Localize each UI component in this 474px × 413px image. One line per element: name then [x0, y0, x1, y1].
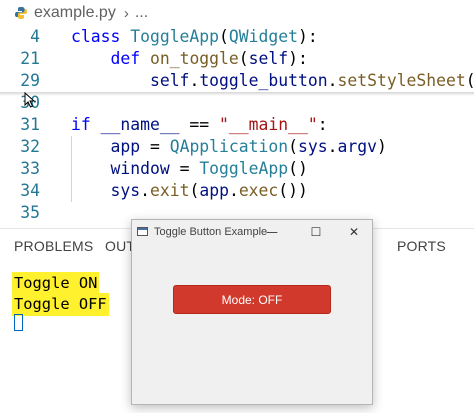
code-token: setStyleSheet: [337, 71, 466, 90]
code-token: ToggleApp: [199, 159, 289, 178]
code-token: ()): [278, 181, 308, 200]
code-token: if: [71, 115, 101, 134]
code-token: (: [189, 181, 200, 200]
line-number: 4: [30, 27, 40, 46]
line-number: 35: [20, 203, 40, 222]
line-number: 31: [20, 115, 40, 134]
breadcrumb-more[interactable]: ...: [135, 4, 148, 22]
code-text[interactable]: def on_toggle(self):: [71, 48, 308, 70]
code-text[interactable]: sys.exit(app.exec()): [71, 180, 308, 202]
code-token: =: [140, 137, 170, 156]
terminal-line: Toggle ON: [12, 272, 100, 295]
code-token: (): [288, 159, 308, 178]
code-token: .: [327, 137, 338, 156]
code-token: window: [110, 159, 170, 178]
breadcrumb: example.py › ...: [0, 0, 474, 26]
code-editor[interactable]: example.py › ... 4 class ToggleApp(QWidge…: [0, 0, 474, 228]
window-titlebar[interactable]: Toggle Button Example — ☐ ✕: [132, 220, 372, 243]
code-token: class: [71, 27, 131, 46]
code-token: app: [110, 137, 141, 156]
code-line[interactable]: 21 def on_toggle(self):: [0, 48, 474, 70]
code-token: QWidget: [228, 27, 298, 46]
code-token: QApplication: [169, 137, 289, 156]
code-token: exit: [149, 181, 190, 200]
code-token: (: [466, 71, 474, 90]
code-token: sys: [298, 137, 328, 156]
line-number: 29: [20, 71, 40, 90]
code-line[interactable]: 29 self.toggle_button.setStyleSheet(: [0, 70, 474, 92]
code-token: (: [238, 49, 249, 68]
indent-guide: [71, 136, 72, 202]
code-token: ==: [179, 115, 220, 134]
minimize-icon[interactable]: —: [253, 220, 291, 243]
code-token: argv: [337, 137, 377, 156]
code-token: self: [149, 71, 190, 90]
code-token: (: [288, 137, 298, 156]
code-token: :: [317, 115, 328, 134]
close-icon[interactable]: ✕: [335, 220, 373, 243]
chevron-right-icon: ›: [123, 4, 129, 22]
tab-problems[interactable]: PROBLEMS: [14, 238, 93, 254]
code-token: .: [189, 71, 200, 90]
toggle-mode-button[interactable]: Mode: OFF: [173, 285, 331, 314]
code-token: __name__: [100, 115, 180, 134]
code-text[interactable]: if __name__ == "__main__":: [71, 114, 328, 136]
code-text[interactable]: self.toggle_button.setStyleSheet(: [71, 70, 474, 92]
code-token: self: [248, 49, 289, 68]
code-token: ToggleApp: [130, 27, 220, 46]
code-token: .: [140, 181, 150, 200]
code-token: ): [376, 137, 387, 156]
code-token: def: [110, 49, 150, 68]
code-token: sys: [110, 181, 141, 200]
code-token: toggle_button: [199, 71, 328, 90]
python-file-icon: [15, 7, 27, 19]
code-token: =: [169, 159, 200, 178]
line-number: 21: [20, 49, 40, 68]
window-app-icon: [137, 227, 148, 236]
code-text[interactable]: window = ToggleApp(): [71, 158, 308, 180]
code-token: on_toggle: [149, 49, 239, 68]
code-token: (: [219, 27, 229, 46]
terminal-cursor[interactable]: [14, 314, 23, 331]
code-line[interactable]: 4 class ToggleApp(QWidget):: [0, 26, 474, 48]
code-token: ):: [288, 49, 308, 68]
tab-ports[interactable]: PORTS: [397, 238, 446, 254]
terminal-line: Toggle OFF: [12, 293, 109, 316]
code-token: exec: [238, 181, 279, 200]
breadcrumb-file[interactable]: example.py: [34, 4, 116, 22]
toggle-app-window: Toggle Button Example — ☐ ✕ Mode: OFF: [131, 219, 373, 405]
line-number: 32: [20, 137, 40, 156]
mouse-pointer-icon: [24, 92, 36, 108]
code-line[interactable]: 31 if __name__ == "__main__":: [0, 114, 474, 136]
code-token: "__main__": [219, 115, 318, 134]
line-number: 34: [20, 181, 40, 200]
window-title: Toggle Button Example: [154, 225, 268, 238]
code-token: .: [228, 181, 239, 200]
maximize-icon[interactable]: ☐: [297, 220, 335, 243]
sticky-scroll-shadow: [0, 92, 474, 96]
code-token: .: [327, 71, 338, 90]
line-number: 33: [20, 159, 40, 178]
code-text[interactable]: app = QApplication(sys.argv): [71, 136, 387, 158]
code-text[interactable]: class ToggleApp(QWidget):: [71, 26, 318, 48]
code-token: app: [199, 181, 229, 200]
code-token: ):: [297, 27, 318, 46]
